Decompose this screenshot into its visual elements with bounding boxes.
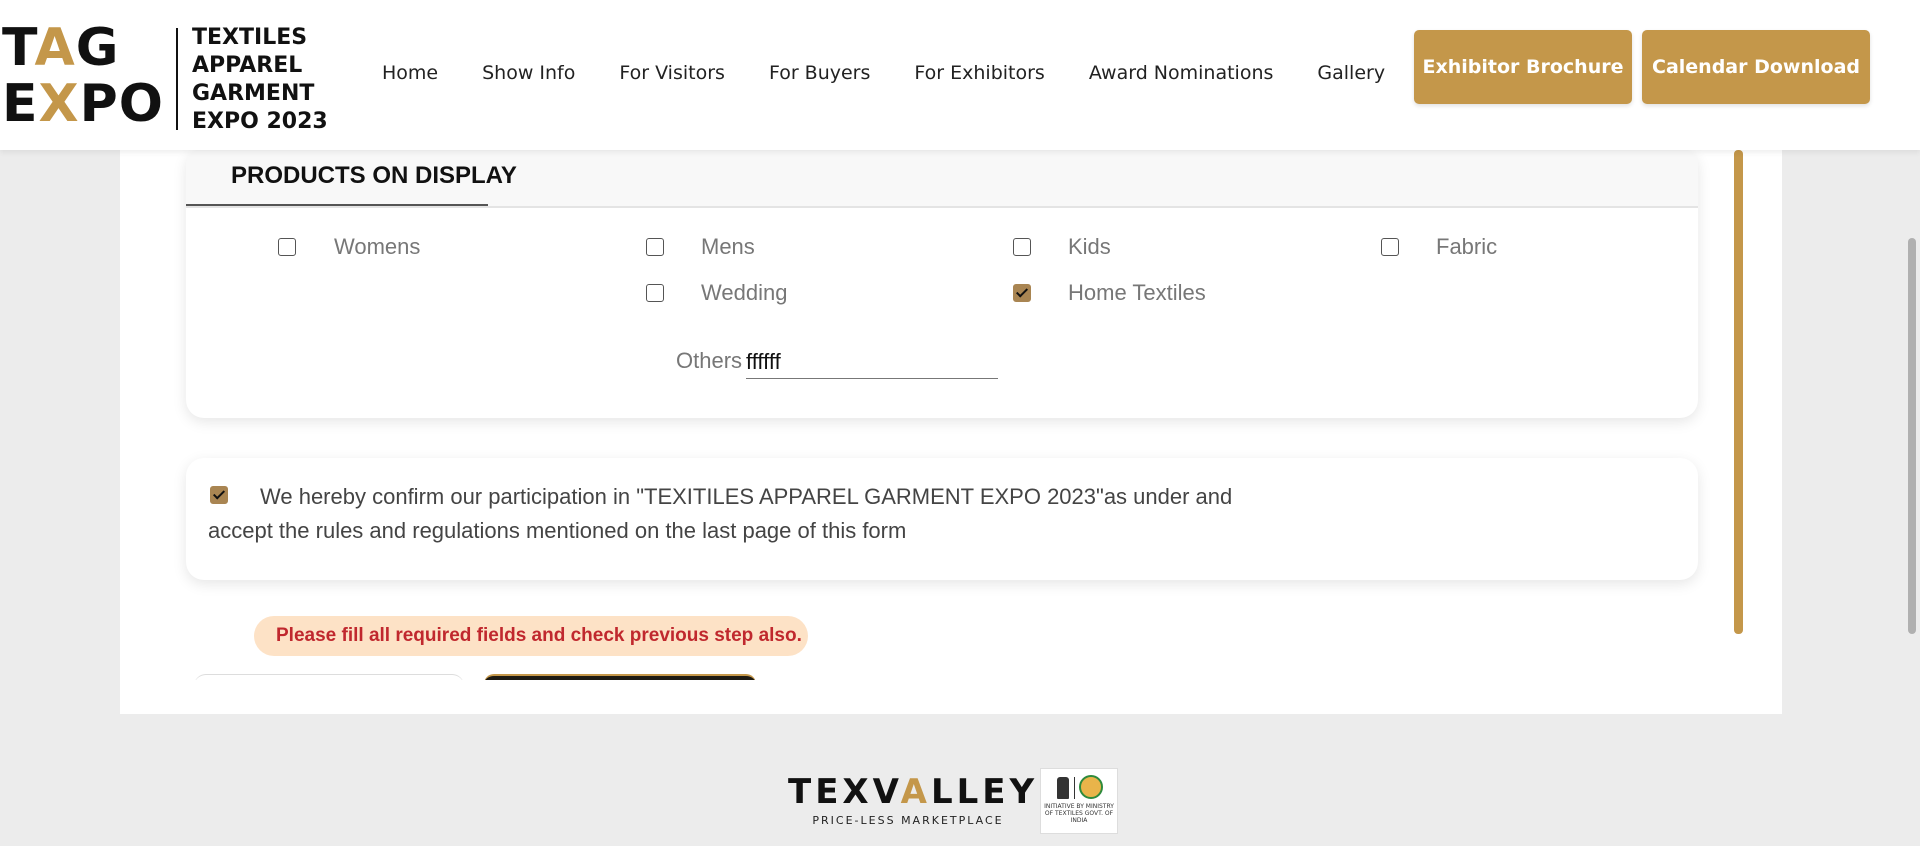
main-nav: Home Show Info For Visitors For Buyers F… [382, 62, 1429, 90]
national-emblem-icon [1057, 777, 1069, 799]
checkbox-kids[interactable] [1013, 238, 1031, 256]
logo-sub-line: GARMENT [192, 81, 315, 106]
products-section: PRODUCTS ON DISPLAY Womens Mens Kids Fab… [186, 148, 1698, 418]
form-scrollbar[interactable] [1734, 150, 1743, 634]
logo-line-tag: TAG [2, 18, 120, 78]
label-mens: Mens [701, 234, 755, 259]
confirmation-section: We hereby confirm our participation in "… [186, 458, 1698, 580]
emblem-divider [1074, 777, 1075, 799]
nav-for-exhibitors[interactable]: For Exhibitors [914, 62, 1044, 90]
nav-for-buyers[interactable]: For Buyers [769, 62, 870, 90]
others-label: Others [676, 348, 743, 373]
label-womens: Womens [334, 234, 421, 259]
logo-line-expo: EXPO [2, 74, 164, 134]
calendar-download-button[interactable]: Calendar Download [1642, 30, 1870, 104]
checkbox-home-textiles[interactable] [1013, 284, 1031, 302]
page-scrollbar[interactable] [1908, 238, 1916, 634]
form-bottom-edge [120, 680, 1782, 714]
texvalley-wordmark: TEXVALLEY [788, 772, 1039, 812]
nav-for-visitors[interactable]: For Visitors [619, 62, 725, 90]
logo-sub-line: APPAREL [192, 53, 303, 78]
logo-sub-line: TEXTILES [192, 25, 308, 50]
tag-expo-logo[interactable]: TAG EXPO [2, 20, 164, 132]
products-section-header: PRODUCTS ON DISPLAY [186, 148, 1698, 208]
label-fabric: Fabric [1436, 234, 1498, 259]
logo-subtitle: TEXTILES APPAREL GARMENT EXPO 2023 [192, 24, 328, 136]
checkbox-mens[interactable] [646, 238, 664, 256]
nav-home[interactable]: Home [382, 62, 438, 90]
texvalley-logo[interactable]: TEXVALLEY PRICE-LESS MARKETPLACE [788, 772, 1039, 827]
site-header: TAG EXPO TEXTILES APPAREL GARMENT EXPO 2… [0, 0, 1920, 150]
logo-divider [176, 28, 178, 130]
error-message: Please fill all required fields and chec… [254, 616, 808, 656]
label-home-textiles: Home Textiles [1068, 280, 1206, 305]
checkbox-wedding[interactable] [646, 284, 664, 302]
logo-sub-line: EXPO 2023 [192, 109, 328, 134]
label-wedding: Wedding [701, 280, 788, 305]
confirmation-text: We hereby confirm our participation in "… [208, 484, 1233, 543]
section-title: PRODUCTS ON DISPLAY [231, 162, 517, 189]
checkbox-womens[interactable] [278, 238, 296, 256]
section-tab-underline [186, 204, 488, 206]
nav-gallery[interactable]: Gallery [1317, 62, 1385, 90]
nav-award-nominations[interactable]: Award Nominations [1089, 62, 1274, 90]
others-input[interactable] [746, 346, 998, 379]
state-emblem-icon [1079, 775, 1103, 799]
nav-show-info[interactable]: Show Info [482, 62, 575, 90]
texvalley-tagline: PRICE-LESS MARKETPLACE [812, 814, 1004, 827]
label-kids: Kids [1068, 234, 1111, 259]
ministry-of-textiles-logo: INITIATIVE BY MINISTRY OF TEXTILES GOVT.… [1040, 768, 1118, 834]
ministry-caption: INITIATIVE BY MINISTRY OF TEXTILES GOVT.… [1044, 803, 1114, 824]
exhibitor-brochure-button[interactable]: Exhibitor Brochure [1414, 30, 1632, 104]
checkbox-fabric[interactable] [1381, 238, 1399, 256]
